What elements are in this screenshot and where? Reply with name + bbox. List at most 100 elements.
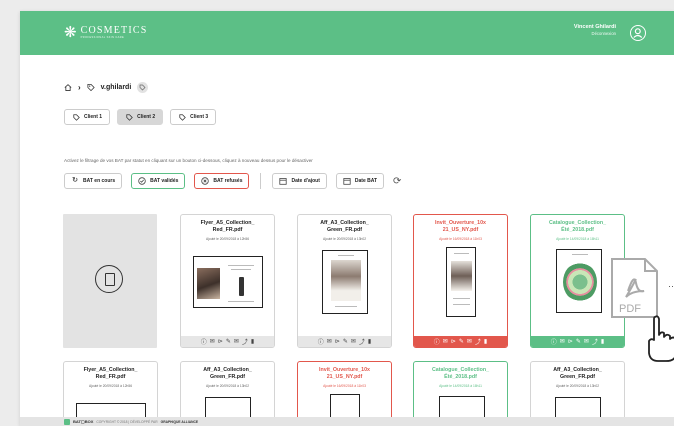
refresh-icon[interactable]: ⟳ [393, 176, 401, 187]
tag-icon[interactable]: ⊳ [218, 338, 223, 345]
home-icon[interactable] [64, 84, 72, 92]
attach-icon[interactable]: ✎ [226, 338, 231, 345]
text-line [338, 255, 354, 256]
attach-icon[interactable]: ✎ [459, 338, 464, 345]
sort-label: Date d'ajout [291, 178, 320, 184]
client-button-3[interactable]: Client 3 [170, 109, 217, 125]
logout-link[interactable]: Déconnexion [574, 31, 616, 37]
tag-icon[interactable]: ⊳ [451, 338, 456, 345]
tag-icon[interactable]: ⊳ [335, 338, 340, 345]
floral-illustration [563, 262, 597, 302]
card-date: Ajouté le 20/09/2018 à 13h02 [205, 384, 250, 388]
card-title: Aff_A3_Collection_ Green_FR.pdf [553, 367, 602, 380]
pdf-thumbnail [446, 247, 476, 317]
attach-icon[interactable]: ✎ [343, 338, 348, 345]
filter-bar: ↻ BAT en cours BAT validés BAT refusés D… [64, 173, 401, 189]
client-button-1[interactable]: Client 1 [64, 109, 111, 125]
filter-refused-button[interactable]: BAT refusés [194, 173, 250, 189]
comment-icon[interactable]: ✉ [210, 338, 215, 345]
pdf-thumbnail [322, 250, 368, 314]
filter-hint: Activez le filtrage de vos BAT par statu… [64, 158, 313, 163]
logo-text: COSMETICS PROFESSIONAL SKIN CARE [81, 25, 148, 39]
info-icon[interactable]: ⓘ [551, 337, 557, 346]
card-date: Ajouté le 14/09/2018 à 18h11 [556, 237, 599, 241]
card-title: Aff_A3_Collection_ Green_FR.pdf [203, 367, 252, 380]
info-icon[interactable]: ⓘ [201, 337, 207, 346]
bat-card[interactable]: Flyer_A5_Collection_ Red_FR.pdf Ajouté l… [180, 214, 275, 348]
comment-icon[interactable]: ✉ [443, 338, 448, 345]
sort-date-added-button[interactable]: Date d'ajout [272, 173, 327, 189]
client-button-2[interactable]: Client 2 [117, 109, 164, 125]
bat-card[interactable]: Aff_A3_Collection_ Green_FR.pdf Ajouté l… [297, 214, 392, 348]
card-date: Ajouté le 16/09/2018 à 11h03 [439, 237, 482, 241]
breadcrumb: › v.ghilardi [64, 82, 149, 93]
sort-date-bat-button[interactable]: Date BAT [335, 173, 385, 189]
delete-icon[interactable]: ▮ [368, 338, 371, 345]
card-title: Invit_Ouverture_10x 21_US_NY.pdf [319, 367, 370, 380]
chevron-right-icon: › [78, 83, 81, 92]
user-info: Vincent Ghilardi Déconnexion [574, 24, 616, 37]
comment-icon[interactable]: ✉ [560, 338, 565, 345]
client-label: Client 1 [84, 114, 103, 120]
breadcrumb-user[interactable]: v.ghilardi [101, 84, 132, 91]
photo-portrait [451, 261, 472, 291]
client-label: Client 2 [137, 114, 156, 120]
product-bottle [239, 277, 244, 296]
app-window: ❋ COSMETICS PROFESSIONAL SKIN CARE Vince… [20, 11, 674, 426]
footer: BAT▢BOX COPYRIGHT © 2018 | DÉVELOPPÉ PAR… [20, 417, 674, 426]
check-circle-icon [138, 177, 146, 185]
share-icon[interactable]: ⤴ [592, 337, 598, 346]
attach-icon[interactable]: ✎ [576, 338, 581, 345]
footer-agency-link[interactable]: GRAPHIQUE ALLIANCE [161, 420, 198, 424]
mail-icon[interactable]: ✉ [467, 338, 472, 345]
card-toolbar: ⓘ ✉ ⊳ ✎ ✉ ⤴ ▮ [531, 336, 624, 347]
pdf-file-icon: PDF [611, 258, 658, 318]
filter-in-progress-button[interactable]: ↻ BAT en cours [64, 173, 123, 189]
pdf-label: PDF [619, 303, 641, 315]
share-icon[interactable]: ⤴ [475, 337, 481, 346]
filter-label: BAT en cours [83, 178, 116, 184]
mail-icon[interactable]: ✉ [584, 338, 589, 345]
bat-card-refused[interactable]: Invit_Ouverture_10x 21_US_NY.pdf Ajouté … [413, 214, 508, 348]
mail-icon[interactable]: ✉ [234, 338, 239, 345]
divider [260, 173, 262, 189]
calendar-icon [279, 177, 288, 185]
share-icon[interactable]: ⤴ [242, 337, 248, 346]
delete-icon[interactable]: ▮ [484, 338, 487, 345]
card-date: Ajouté le 20/09/2018 à 12h56 [205, 237, 250, 241]
card-toolbar: ⓘ ✉ ⊳ ✎ ✉ ⤴ ▮ [298, 336, 391, 347]
card-date: Ajouté le 20/09/2018 à 12h56 [88, 384, 133, 388]
brand-logo-icon [64, 418, 70, 425]
text-line [228, 301, 254, 302]
text-line [453, 304, 470, 305]
upload-file-icon [95, 265, 123, 293]
sort-label: Date BAT [354, 178, 378, 184]
edit-tag-icon[interactable] [137, 82, 149, 93]
filter-validated-button[interactable]: BAT validés [131, 173, 186, 189]
share-icon[interactable]: ⤴ [359, 337, 365, 346]
card-date: Ajouté le 20/09/2018 à 13h02 [555, 384, 600, 388]
calendar-icon [343, 177, 351, 185]
snowflake-logo-icon: ❋ [64, 23, 77, 41]
upload-dropzone[interactable] [63, 214, 157, 348]
text-line [228, 265, 254, 266]
tag-icon [72, 113, 80, 121]
tag-icon [87, 83, 95, 92]
delete-icon[interactable]: ▮ [251, 338, 254, 345]
filter-label: BAT refusés [213, 178, 243, 184]
mail-icon[interactable]: ✉ [351, 338, 356, 345]
card-title: Invit_Ouverture_10x 21_US_NY.pdf [435, 220, 486, 233]
refresh-small-icon: ↻ [72, 177, 78, 184]
text-line [453, 298, 470, 299]
user-circle-icon[interactable] [630, 25, 646, 41]
comment-icon[interactable]: ✉ [327, 338, 332, 345]
delete-icon[interactable]: ▮ [601, 338, 604, 345]
logo[interactable]: ❋ COSMETICS PROFESSIONAL SKIN CARE [64, 23, 148, 41]
info-icon[interactable]: ⓘ [434, 337, 440, 346]
tag-icon[interactable]: ⊳ [568, 338, 573, 345]
card-date: Ajouté le 14/09/2018 à 18h11 [439, 384, 482, 388]
info-icon[interactable]: ⓘ [318, 337, 324, 346]
card-title: Aff_A3_Collection_ Green_FR.pdf [320, 220, 369, 233]
header-bar: ❋ COSMETICS PROFESSIONAL SKIN CARE Vince… [20, 11, 674, 55]
photo-portrait [197, 268, 220, 299]
